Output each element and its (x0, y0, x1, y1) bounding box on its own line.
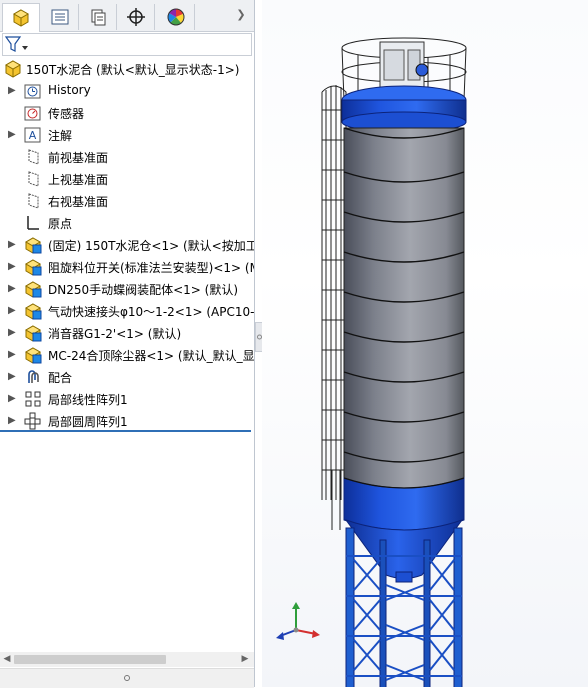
tree-item-annotations[interactable]: ▶ A 注解 (0, 124, 254, 146)
feature-manager-panel: ❯ 150T水泥合 (默认<默认_显示状态-1>) ▶ History 传感器 … (0, 0, 255, 688)
color-wheel-icon (167, 8, 185, 26)
tree-item-label: 右视基准面 (48, 195, 109, 209)
part-icon (24, 303, 42, 320)
part-icon (24, 281, 42, 298)
part-icon (24, 325, 42, 342)
svg-text:A: A (29, 129, 37, 142)
circular-pattern-icon (24, 412, 41, 430)
sensor-icon (24, 106, 41, 121)
tree-item-label: 消音器G1-2'<1> (默认) (48, 327, 182, 341)
tree-item-label: 原点 (48, 217, 73, 231)
expand-arrow-icon[interactable]: ▶ (8, 284, 16, 294)
graphics-viewport[interactable] (262, 0, 588, 687)
tree-item-linear-pattern[interactable]: ▶ 局部线性阵列1 (0, 388, 254, 410)
tree-item-label: 气动快速接头φ10～1-2<1> (APC10-( (48, 305, 254, 319)
plane-icon (28, 149, 39, 165)
scroll-left-icon[interactable]: ◀ (2, 654, 12, 665)
assembly-icon (12, 9, 30, 27)
tree-item-label: 局部圆周阵列1 (48, 415, 128, 429)
horizontal-scrollbar[interactable]: ◀ ▶ (0, 652, 254, 667)
expand-arrow-icon[interactable]: ▶ (8, 130, 16, 140)
axis-triad-icon (276, 602, 320, 640)
tree-item-component[interactable]: ▶ 消音器G1-2'<1> (默认) (0, 322, 254, 344)
tree-item-top-plane[interactable]: 上视基准面 (0, 168, 254, 190)
display-manager-tab[interactable] (158, 4, 195, 30)
tree-item-component[interactable]: ▶ (固定) 150T水泥仓<1> (默认<按加工 (0, 234, 254, 256)
tree-item-label: (固定) 150T水泥仓<1> (默认<按加工 (48, 239, 254, 253)
panel-footer (0, 668, 254, 688)
tree-item-label: 传感器 (48, 107, 85, 121)
tree-item-label: History (48, 83, 91, 97)
configurationmanager-tab[interactable] (80, 4, 117, 30)
tree-item-label: 局部线性阵列1 (48, 393, 128, 407)
expand-arrow-icon[interactable]: ▶ (8, 306, 16, 316)
filter-row (0, 32, 252, 56)
tree-item-component[interactable]: ▶ 气动快速接头φ10～1-2<1> (APC10-( (0, 300, 254, 322)
crosshair-icon (127, 8, 145, 26)
tree-item-label: MC-24合顶除尘器<1> (默认_默认_显 (48, 349, 254, 363)
expand-arrow-icon[interactable]: ▶ (8, 350, 16, 360)
silo-3d-model[interactable] (262, 0, 588, 687)
tree-root[interactable]: 150T水泥合 (默认<默认_显示状态-1>) (0, 58, 254, 80)
part-icon (24, 237, 42, 254)
expand-arrow-icon[interactable]: ▶ (8, 372, 16, 382)
ladder-cage (321, 85, 347, 530)
tree-item-component[interactable]: ▶ MC-24合顶除尘器<1> (默认_默认_显 (0, 344, 254, 366)
tree-item-label: 前视基准面 (48, 151, 109, 165)
expand-arrow-icon[interactable]: ▶ (8, 240, 16, 250)
filter-field[interactable] (2, 33, 252, 56)
rollback-bar[interactable] (0, 430, 251, 432)
linear-pattern-icon (25, 391, 41, 407)
tree-item-label: 注解 (48, 129, 73, 143)
plane-icon (28, 193, 39, 209)
tree-item-label: 配合 (48, 371, 73, 385)
tree-item-label: DN250手动蝶阀装配体<1> (默认) (48, 283, 239, 297)
annotation-icon: A (24, 127, 41, 143)
tree-item-right-plane[interactable]: 右视基准面 (0, 190, 254, 212)
tree-item-sensors[interactable]: 传感器 (0, 102, 254, 124)
filter-icon (5, 36, 28, 52)
resize-grip-icon[interactable] (123, 674, 131, 682)
assembly-icon (4, 60, 22, 78)
tree-item-front-plane[interactable]: 前视基准面 (0, 146, 254, 168)
tree-item-label: 阻旋料位开关(标准法兰安装型)<1> (M (48, 261, 254, 275)
mate-icon (28, 370, 39, 383)
history-icon (24, 84, 41, 99)
featuremanager-tab[interactable] (2, 3, 40, 32)
list-icon (51, 9, 69, 25)
plane-icon (28, 171, 39, 187)
tree-item-component[interactable]: ▶ 阻旋料位开关(标准法兰安装型)<1> (M (0, 256, 254, 278)
tree-item-origin[interactable]: 原点 (0, 212, 254, 234)
tree-item-mates[interactable]: ▶ 配合 (0, 366, 254, 388)
expand-arrow-icon[interactable]: ▶ (8, 416, 16, 426)
configuration-icon (91, 9, 106, 26)
tree-item-history[interactable]: ▶ History (0, 80, 254, 102)
expand-arrow-icon[interactable]: ▶ (8, 262, 16, 272)
tree-root-label: 150T水泥合 (默认<默认_显示状态-1>) (26, 63, 240, 77)
manager-tab-bar: ❯ (0, 0, 254, 32)
scroll-right-icon[interactable]: ▶ (240, 654, 250, 665)
collapse-panel-button[interactable]: ❯ (234, 8, 248, 22)
part-icon (24, 347, 42, 364)
tree-item-circular-pattern[interactable]: ▶ 局部圆周阵列1 (0, 410, 254, 432)
origin-icon (27, 216, 39, 230)
propertymanager-tab[interactable] (42, 4, 79, 30)
dimxpert-tab[interactable] (118, 4, 155, 30)
tree-item-label: 上视基准面 (48, 173, 109, 187)
scrollbar-thumb[interactable] (14, 655, 166, 664)
expand-arrow-icon[interactable]: ▶ (8, 328, 16, 338)
part-icon (24, 259, 42, 276)
expand-arrow-icon[interactable]: ▶ (8, 86, 16, 96)
tree-item-component[interactable]: ▶ DN250手动蝶阀装配体<1> (默认) (0, 278, 254, 300)
expand-arrow-icon[interactable]: ▶ (8, 394, 16, 404)
